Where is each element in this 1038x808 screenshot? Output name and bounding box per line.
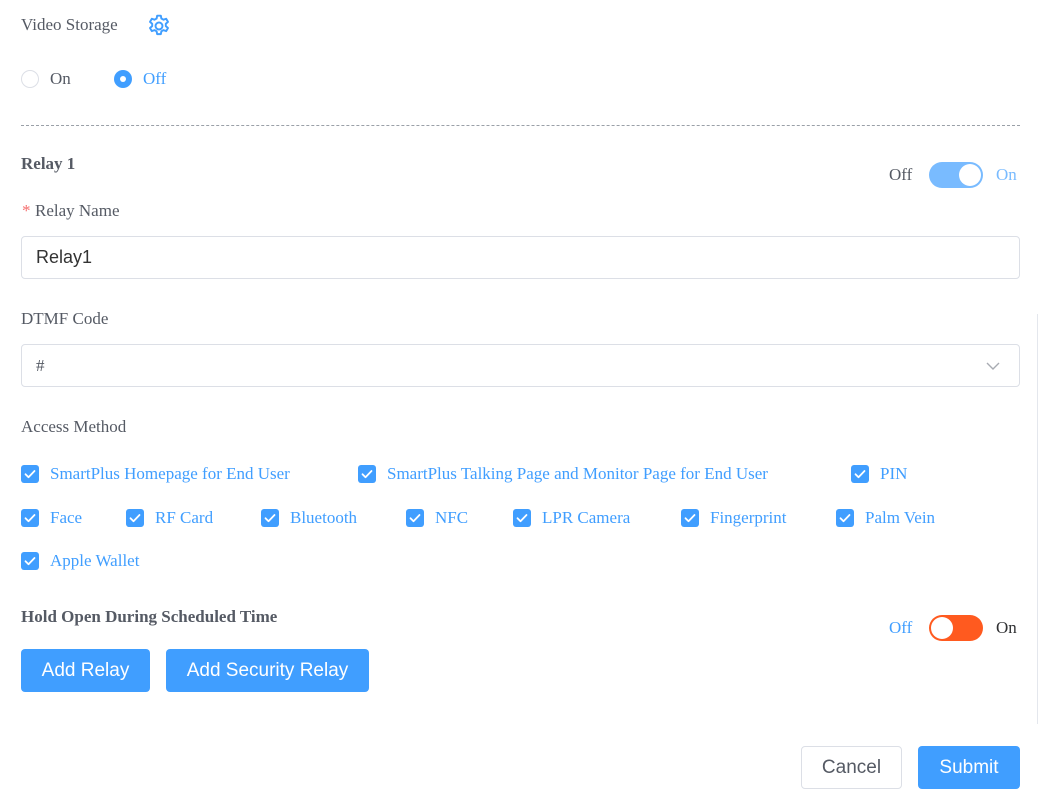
hold-open-title: Hold Open During Scheduled Time	[21, 607, 278, 626]
dtmf-label: DTMF Code	[21, 309, 109, 328]
checkbox-checked-icon	[851, 465, 869, 483]
access-method-label: Palm Vein	[865, 508, 936, 527]
checkbox-checked-icon	[681, 509, 699, 527]
gear-icon[interactable]	[146, 13, 172, 39]
add-relay-button[interactable]: Add Relay	[21, 649, 150, 692]
add-security-relay-button[interactable]: Add Security Relay	[166, 649, 369, 692]
radio-circle	[21, 70, 39, 88]
access-method-label: NFC	[435, 508, 469, 527]
divider	[21, 125, 1020, 126]
relay-title: Relay 1	[21, 154, 76, 173]
checkbox-checked-icon	[21, 552, 39, 570]
switch-knob	[959, 164, 981, 186]
relay-name-input[interactable]: Relay1	[21, 236, 1020, 279]
access-method-label: Bluetooth	[290, 508, 358, 527]
access-method-label: SmartPlus Homepage for End User	[50, 464, 290, 483]
access-method-label: Face	[50, 508, 83, 527]
relay-switch-off-label: Off	[889, 165, 913, 184]
relay-switch-on-label: On	[996, 165, 1017, 184]
checkbox-checked-icon	[513, 509, 531, 527]
radio-on-label: On	[50, 69, 71, 88]
video-storage-title: Video Storage	[21, 15, 118, 34]
checkbox-checked-icon	[21, 465, 39, 483]
access-method-label: LPR Camera	[542, 508, 631, 527]
video-storage-on-radio[interactable]: On	[21, 69, 101, 89]
access-method-label: Apple Wallet	[50, 551, 140, 570]
access-method-label: Fingerprint	[710, 508, 787, 527]
access-method-label: Access Method	[21, 417, 127, 436]
checkbox-checked-icon	[406, 509, 424, 527]
relay-name-value: Relay1	[36, 247, 93, 267]
required-mark: *	[22, 201, 31, 220]
access-method-label: SmartPlus Talking Page and Monitor Page …	[387, 464, 768, 483]
radio-off-label: Off	[143, 69, 167, 88]
relay-name-label: Relay Name	[35, 201, 120, 220]
checkbox-checked-icon	[836, 509, 854, 527]
dtmf-select[interactable]: #	[21, 344, 1020, 387]
hold-open-off-label: Off	[889, 618, 913, 637]
cancel-button[interactable]: Cancel	[801, 746, 902, 789]
video-storage-off-radio[interactable]: Off	[114, 69, 194, 89]
hold-open-switch[interactable]	[929, 615, 983, 641]
hold-open-on-label: On	[996, 618, 1017, 637]
relay-enable-switch[interactable]	[929, 162, 983, 188]
checkbox-checked-icon	[126, 509, 144, 527]
checkbox-checked-icon	[358, 465, 376, 483]
submit-button[interactable]: Submit	[918, 746, 1020, 789]
checkbox-checked-icon	[21, 509, 39, 527]
switch-knob	[931, 617, 953, 639]
radio-circle-checked	[114, 70, 132, 88]
checkbox-checked-icon	[261, 509, 279, 527]
access-method-label: PIN	[880, 464, 908, 483]
access-method-label: RF Card	[155, 508, 214, 527]
chevron-down-icon	[985, 358, 1001, 374]
dtmf-value: #	[36, 356, 45, 375]
